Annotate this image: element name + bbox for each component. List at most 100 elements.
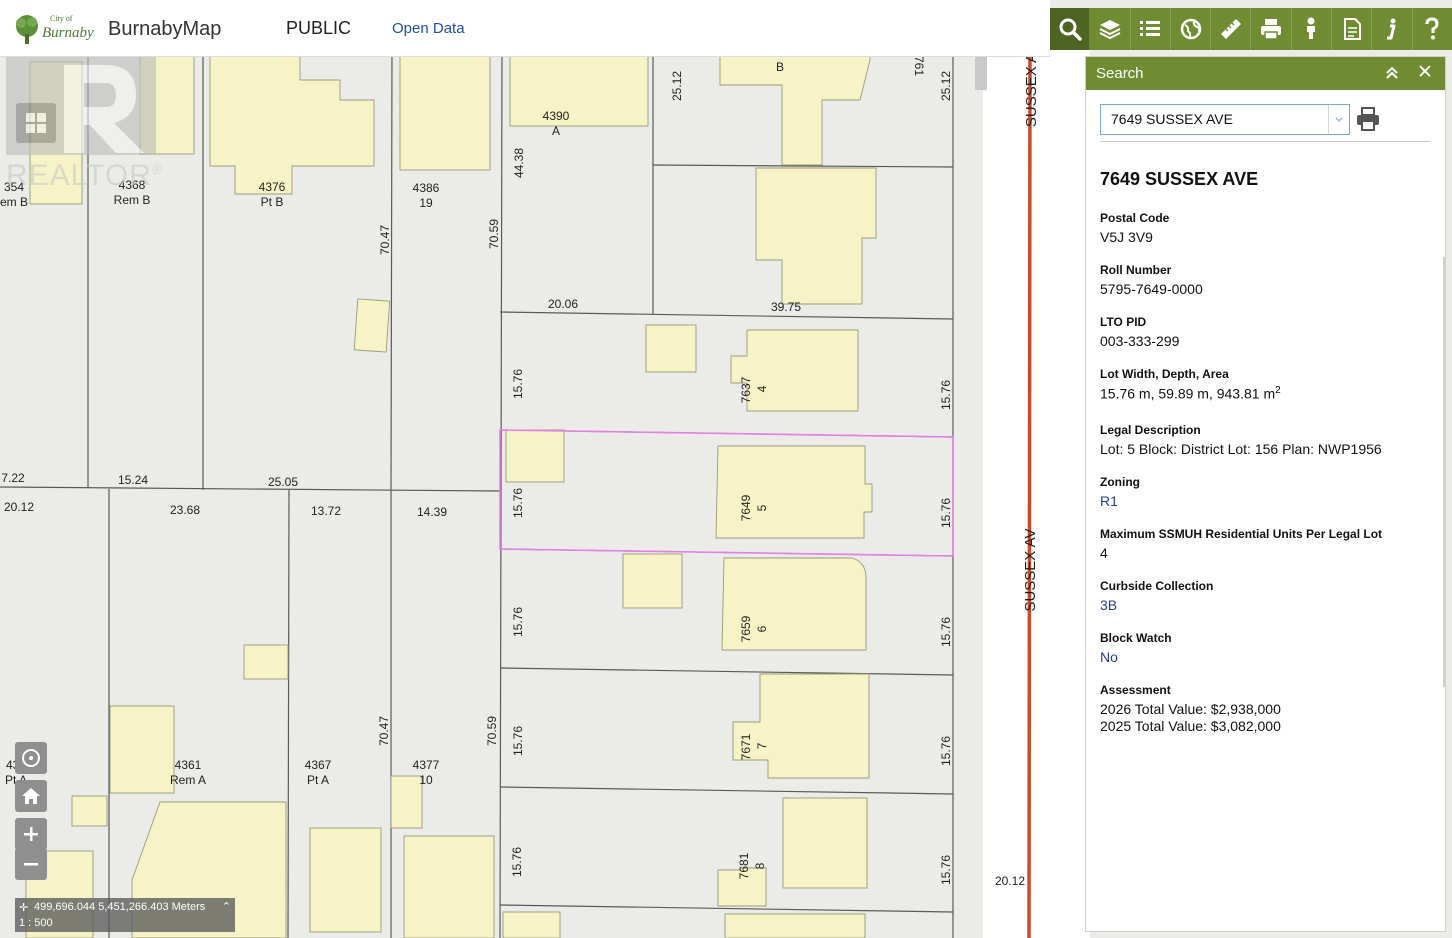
zoom-in-button[interactable] xyxy=(15,818,47,850)
assessment-2026: 2026 Total Value: $2,938,000 xyxy=(1100,701,1281,717)
dimension-label: 70.47 xyxy=(377,716,391,746)
lot-address-label: 7649 xyxy=(739,494,753,521)
legend-tool-button[interactable] xyxy=(1131,8,1171,50)
app-header: City of Burnaby BurnabyMap PUBLIC Open D… xyxy=(0,0,1050,57)
report-tool-button[interactable] xyxy=(1332,8,1373,50)
locate-button[interactable] xyxy=(15,742,47,774)
divider xyxy=(1100,141,1430,142)
curbside-collection-link[interactable]: 3B xyxy=(1100,597,1430,613)
parcel-label: 4376 xyxy=(259,180,286,194)
parcel-label: 4390 xyxy=(543,109,570,123)
dimension-label: 39.75 xyxy=(771,300,801,314)
coordinate-readout: 499,696.044 5,451,266.403 Meters xyxy=(34,901,206,913)
parcel-label: Pt A xyxy=(307,773,329,787)
print-tool-button[interactable] xyxy=(1251,8,1292,50)
parcel-label: Pt B xyxy=(261,195,284,209)
road-centreline xyxy=(1027,48,1032,938)
dimension-label: 20.12 xyxy=(995,874,1025,888)
search-icon xyxy=(1059,18,1082,41)
realtor-watermark: REALTOR® xyxy=(6,55,168,200)
field-label: Legal Description xyxy=(1100,423,1201,437)
lot-number-label: 4 xyxy=(755,385,769,392)
field-value: 15.76 m, 59.89 m, 943.81 m2 xyxy=(1100,385,1281,402)
plus-icon xyxy=(24,827,38,841)
report-document-icon xyxy=(1343,18,1361,40)
dimension-label: 15.76 xyxy=(939,617,953,647)
parcel-label: Rem A xyxy=(170,773,206,787)
help-tool-button[interactable] xyxy=(1413,8,1452,50)
lot-dimensions-field: Lot Width, Depth, Area 15.76 m, 59.89 m,… xyxy=(1100,367,1430,402)
home-button[interactable] xyxy=(15,780,47,812)
basemap-tool-button[interactable] xyxy=(1171,8,1212,50)
street-view-icon xyxy=(1307,17,1316,39)
info-tool-button[interactable] xyxy=(1372,8,1413,50)
chevron-down-icon[interactable] xyxy=(1328,105,1349,134)
measure-tool-button[interactable] xyxy=(1211,8,1252,50)
panel-title: Search xyxy=(1096,65,1144,82)
lot-address-label: 7671 xyxy=(739,733,753,760)
parcel-label: 4386 xyxy=(413,181,440,195)
block-watch-link[interactable]: No xyxy=(1100,649,1430,665)
field-label: Maximum SSMUH Residential Units Per Lega… xyxy=(1100,527,1383,541)
search-tool-button[interactable] xyxy=(1050,8,1091,50)
print-icon[interactable] xyxy=(1354,105,1382,133)
field-label: Curbside Collection xyxy=(1100,579,1214,593)
measure-ruler-icon xyxy=(1220,19,1241,39)
panel-header: Search ✕ xyxy=(1086,57,1445,90)
dimension-label: 7.22 xyxy=(1,471,25,485)
dimension-label: 25.05 xyxy=(268,475,298,489)
close-icon[interactable]: ✕ xyxy=(1417,61,1433,84)
layers-icon xyxy=(1099,20,1121,40)
realtor-watermark-text: REALTOR® xyxy=(6,159,164,192)
dimension-label: 13.72 xyxy=(311,504,341,518)
dimension-label: 15.76 xyxy=(939,498,953,528)
postal-code-field: Postal Code V5J 3V9 xyxy=(1100,211,1430,245)
realtor-r-logo-icon xyxy=(6,55,156,155)
field-value: V5J 3V9 xyxy=(1100,229,1153,245)
dimension-label: 25.12 xyxy=(670,71,684,101)
city-logo[interactable]: City of Burnaby xyxy=(12,8,94,48)
lot-address-label: 7681 xyxy=(737,852,751,879)
roll-number-field: Roll Number 5795-7649-0000 xyxy=(1100,263,1430,297)
lot-number-label: 6 xyxy=(755,625,769,632)
street-view-tool-button[interactable] xyxy=(1292,8,1333,50)
curbside-collection-field: Curbside Collection 3B xyxy=(1100,579,1430,613)
parcel-label: 4377 xyxy=(413,758,440,772)
basemap-globe-icon xyxy=(1180,18,1201,40)
parcel-label: 4367 xyxy=(305,758,332,772)
lot-address-label: 7659 xyxy=(739,615,753,642)
coordinate-bar: ✛ 499,696.044 5,451,266.403 Meters 1 : 5… xyxy=(15,898,235,932)
chevron-up-icon[interactable]: ⌃ xyxy=(222,900,231,913)
field-value: Lot: 5 Block: District Lot: 156 Plan: NW… xyxy=(1100,441,1382,457)
lot-number-label: 8 xyxy=(753,862,767,869)
parcel-label: A xyxy=(552,124,560,138)
lot-address-label: 7637 xyxy=(739,376,753,403)
tree-logo-icon xyxy=(16,15,38,44)
dimension-label: 70.47 xyxy=(378,225,392,255)
scale-readout: 1 : 500 xyxy=(19,917,53,929)
dimension-label: 15.76 xyxy=(939,855,953,885)
print-icon xyxy=(1261,19,1282,40)
parcel-label: 4361 xyxy=(175,758,202,772)
dimension-label: 70.59 xyxy=(485,716,499,746)
dimension-label: 15.76 xyxy=(511,488,525,518)
open-data-link[interactable]: Open Data xyxy=(392,20,465,37)
zoning-link[interactable]: R1 xyxy=(1100,493,1430,509)
parcel-label: 10 xyxy=(419,773,433,787)
app-title: BurnabyMap xyxy=(108,18,222,40)
street-label: SUSSEX A xyxy=(1023,53,1040,127)
layers-tool-button[interactable] xyxy=(1090,8,1131,50)
crosshair-icon: ✛ xyxy=(19,902,29,914)
locate-icon xyxy=(22,749,40,767)
search-input[interactable] xyxy=(1101,105,1335,132)
dimension-label: 15.76 xyxy=(511,726,525,756)
field-value: 5795-7649-0000 xyxy=(1100,281,1203,297)
collapse-double-chevron-icon[interactable] xyxy=(1382,63,1402,83)
block-watch-field: Block Watch No xyxy=(1100,631,1430,665)
parcel-label: B xyxy=(776,60,784,74)
legend-list-icon xyxy=(1140,21,1161,36)
zoom-out-button[interactable] xyxy=(15,848,47,880)
public-label: PUBLIC xyxy=(286,18,352,38)
field-label: Postal Code xyxy=(1100,211,1170,225)
panel-scrollbar[interactable] xyxy=(1443,257,1445,687)
